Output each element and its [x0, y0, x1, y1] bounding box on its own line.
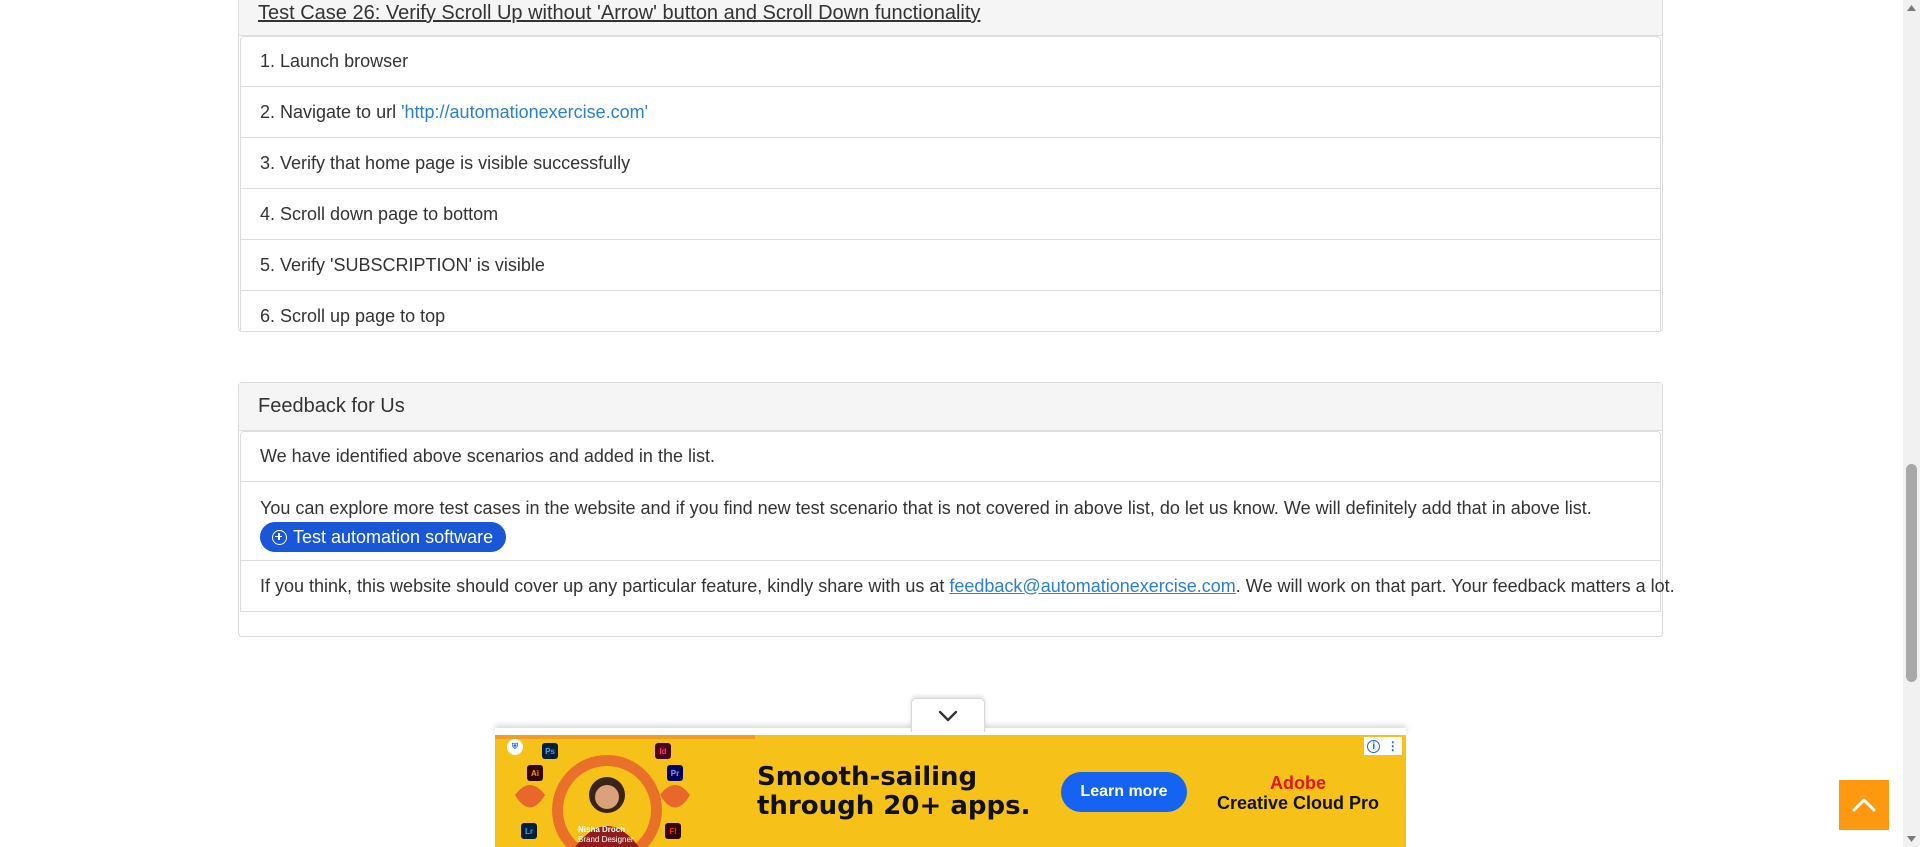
indesign-icon: Id	[655, 743, 671, 759]
ad-collapse-toggle[interactable]	[911, 698, 985, 732]
scrollbar-thumb[interactable]	[1906, 464, 1917, 682]
scroll-up-button[interactable]	[1839, 780, 1889, 830]
ad-headline-line-2: through 20+ apps.	[757, 791, 1031, 821]
ad-brand: Adobe Creative Cloud Pro	[1217, 773, 1379, 813]
test-case-panel: Test Case 26: Verify Scroll Up without '…	[238, 0, 1663, 332]
list-item: 2. Navigate to url'http://automationexer…	[240, 87, 1661, 138]
list-item: If you think, this website should cover …	[240, 561, 1675, 612]
test-case-heading: Test Case 26: Verify Scroll Up without '…	[239, 0, 1662, 36]
list-item: 5. Verify 'SUBSCRIPTION' is visible	[240, 240, 1661, 291]
feedback-line-3-prefix: If you think, this website should cover …	[260, 575, 945, 596]
photoshop-icon: Ps	[542, 743, 558, 759]
ad-person-role: Brand Designer	[578, 835, 634, 844]
feedback-email-link[interactable]: feedback@automationexercise.com	[949, 576, 1235, 597]
plus-circle-icon	[272, 529, 287, 545]
step-text: 5. Verify 'SUBSCRIPTION' is visible	[260, 254, 545, 275]
feedback-line-2: You can explore more test cases in the w…	[260, 498, 1592, 518]
step-text: 3. Verify that home page is visible succ…	[260, 152, 631, 173]
illustrator-icon: Ai	[527, 765, 543, 781]
ad-headline-line-1: Smooth-sailing	[757, 762, 978, 792]
ad-person-name: Nisha Droch	[578, 825, 626, 834]
button-label: Test automation software	[293, 527, 494, 547]
step-url-link[interactable]: 'http://automationexercise.com'	[401, 102, 648, 123]
ad-info-controls[interactable]: i ⋮	[1364, 737, 1402, 755]
firefly-icon: Fl	[665, 823, 681, 839]
premiere-icon: Pr	[667, 765, 683, 781]
ad-product-name: Creative Cloud Pro	[1217, 793, 1380, 813]
chevron-down-icon	[938, 710, 958, 721]
list-item: 1. Launch browser	[240, 36, 1661, 87]
list-item: 4. Scroll down page to bottom	[240, 189, 1661, 240]
step-text: 6. Scroll up page to top	[260, 305, 446, 326]
feedback-panel: Feedback for Us We have identified above…	[238, 382, 1675, 637]
step-text: 4. Scroll down page to bottom	[260, 203, 499, 224]
feedback-list: We have identified above scenarios and a…	[239, 431, 1675, 612]
scroll-up-arrow-icon[interactable]	[1903, 2, 1920, 14]
adobe-logo: Adobe	[1270, 773, 1327, 793]
feedback-line-3-suffix: . We will work on that part. Your feedba…	[1235, 575, 1675, 596]
feedback-line-1: We have identified above scenarios and a…	[260, 446, 715, 466]
list-item: 3. Verify that home page is visible succ…	[240, 138, 1661, 189]
scroll-down-arrow-icon[interactable]	[1903, 833, 1920, 845]
page-scrollbar[interactable]	[1903, 0, 1920, 847]
list-item: You can explore more test cases in the w…	[240, 482, 1661, 561]
step-text: 2. Navigate to url	[260, 101, 397, 122]
step-text: 1. Launch browser	[260, 51, 409, 71]
list-item: We have identified above scenarios and a…	[240, 431, 1661, 482]
chevron-up-icon	[1852, 798, 1876, 812]
info-icon[interactable]: i	[1367, 739, 1381, 753]
test-automation-software-button[interactable]: Test automation software	[260, 522, 507, 552]
ad-learn-more-button[interactable]: Learn more	[1061, 772, 1187, 812]
test-case-title[interactable]: Test Case 26: Verify Scroll Up without '…	[258, 2, 980, 25]
list-item: 6. Scroll up page to top	[240, 291, 1661, 331]
shield-icon: ⛨	[507, 739, 523, 755]
ad-banner[interactable]: ⛨ Ps Id Ai Pr Lr Fl Nisha Droch Brand De…	[495, 735, 1406, 847]
ad-person-caption: Nisha Droch Brand Designer	[578, 825, 634, 845]
more-options-icon[interactable]: ⋮	[1387, 739, 1399, 753]
lightroom-icon: Lr	[521, 823, 537, 839]
feedback-heading: Feedback for Us	[239, 383, 1662, 431]
test-case-steps: 1. Launch browser 2. Navigate to url'htt…	[239, 36, 1662, 331]
ad-headline: Smooth-sailing through 20+ apps.	[757, 763, 1030, 821]
